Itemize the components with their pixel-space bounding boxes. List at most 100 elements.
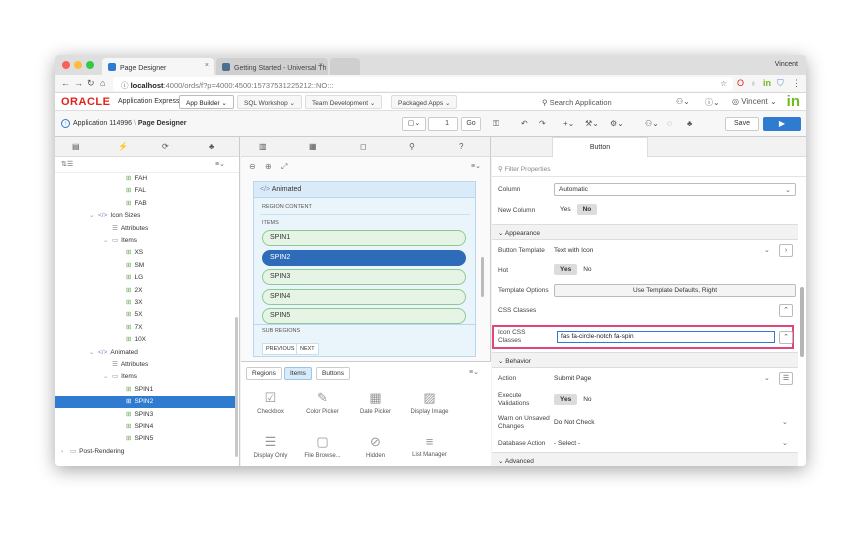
yes-option[interactable]: Yes <box>554 264 578 275</box>
chevron-down-icon[interactable]: ⌄ <box>782 418 788 426</box>
tree-node[interactable]: ☰ Attributes <box>55 359 235 371</box>
redo-icon[interactable]: ↷ <box>539 119 546 128</box>
tree-node[interactable]: ⊞ FAB <box>55 198 235 210</box>
browser-tab-getting-started[interactable]: Getting Started - Universal Th × <box>216 58 328 75</box>
tab-buttons[interactable]: Buttons <box>316 367 351 380</box>
utilities-icon[interactable]: ⚒⌄ <box>585 119 599 128</box>
shared-components-tab-icon[interactable]: ♣ <box>209 142 214 151</box>
gallery-checkbox[interactable]: ☑ Checkbox <box>243 390 298 415</box>
up-arrow-icon[interactable]: ↑ <box>61 119 70 128</box>
group-appearance[interactable]: ⌄ Appearance <box>492 224 798 240</box>
canvas-item-spin5[interactable]: SPIN5 <box>262 308 466 324</box>
hot-toggle[interactable]: Yes No <box>554 264 598 275</box>
tree-node[interactable]: ⌄ ▭ Items <box>55 371 235 383</box>
database-action-select[interactable]: - Select - <box>554 440 580 447</box>
no-option[interactable]: No <box>576 204 598 215</box>
chevron-down-icon[interactable]: ⌄ <box>764 246 770 254</box>
tree-node[interactable]: ⊞ FAL <box>55 185 235 197</box>
processing-tab-icon[interactable]: ⟳ <box>162 142 169 151</box>
tree-node[interactable]: ⊞ SPIN2 <box>55 396 235 409</box>
browser-menu-icon[interactable]: ⋮ <box>792 78 801 89</box>
shared-components-icon[interactable]: ⚙⌄ <box>610 119 624 128</box>
expand-toggle-icon[interactable]: ⌄ <box>89 347 98 359</box>
shared-icon[interactable]: ♣ <box>687 119 692 128</box>
sort-icon[interactable]: ⇅☰ <box>61 160 73 168</box>
browser-tab-page-designer[interactable]: Page Designer × <box>102 58 214 75</box>
home-icon[interactable]: ⌂ <box>100 78 105 88</box>
reload-icon[interactable]: ↻ <box>87 78 95 89</box>
tree-node[interactable]: ⊞ 2X <box>55 285 235 297</box>
region-title-bar[interactable]: </> Animated <box>254 182 475 198</box>
help-icon[interactable]: ⓘ⌄ <box>705 97 720 108</box>
comments-icon[interactable]: ◌ <box>667 119 672 128</box>
new-column-toggle[interactable]: Yes No <box>554 204 598 215</box>
template-options-button[interactable]: Use Template Defaults, Right <box>554 284 796 297</box>
tree-node[interactable]: ⊞ FAH <box>55 173 235 185</box>
save-button[interactable]: Save <box>725 117 759 131</box>
tree-node[interactable]: ⊞ 10X <box>55 334 235 346</box>
app-link[interactable]: Application 114996 <box>73 120 132 127</box>
expand-toggle-icon[interactable]: ⌄ <box>103 235 112 247</box>
rendering-tab-icon[interactable]: ▤ <box>72 142 80 151</box>
no-option[interactable]: No <box>577 394 597 405</box>
execute-validations-toggle[interactable]: Yes No <box>554 394 598 405</box>
messages-tab-icon[interactable]: ▦ <box>309 142 317 151</box>
opera-extension-icon[interactable]: O <box>737 78 744 88</box>
minimize-window-button[interactable] <box>74 61 82 69</box>
group-behavior[interactable]: ⌄ Behavior <box>492 352 798 368</box>
canvas-item-spin4[interactable]: SPIN4 <box>262 288 466 305</box>
yes-option[interactable]: Yes <box>554 204 577 215</box>
nav-sql-workshop[interactable]: SQL Workshop ⌄ <box>237 95 302 109</box>
warn-unsaved-select[interactable]: Do Not Check <box>554 419 594 426</box>
chevron-down-icon[interactable]: ⌄ <box>782 439 788 447</box>
nav-app-builder[interactable]: App Builder ⌄ <box>179 95 234 109</box>
chevron-up-icon[interactable]: ⌃ <box>779 331 793 344</box>
canvas-item-spin1[interactable]: SPIN1 <box>262 230 466 246</box>
canvas-item-spin3[interactable]: SPIN3 <box>262 269 466 285</box>
layout-menu-icon[interactable]: ≡⌄ <box>471 162 481 170</box>
tree-node[interactable]: ⊞ LG <box>55 272 235 284</box>
forward-icon[interactable]: → <box>74 78 83 88</box>
icon-css-classes-input[interactable]: fas fa-circle-notch fa-spin <box>557 331 775 343</box>
close-window-button[interactable] <box>62 61 70 69</box>
expand-toggle-icon[interactable]: ⌄ <box>103 371 112 383</box>
canvas-item-spin2[interactable]: SPIN2 <box>262 249 466 266</box>
tree-node[interactable]: ⌄ </> Icon Sizes <box>55 210 235 222</box>
group-advanced[interactable]: ⌄ Advanced <box>492 452 798 466</box>
expand-toggle-icon[interactable]: ⌄ <box>89 210 98 222</box>
tree-node[interactable]: ☰ Attributes <box>55 223 235 235</box>
gallery-menu-icon[interactable]: ≡⌄ <box>469 368 479 376</box>
search-application-input[interactable]: ⚲ Search Application <box>542 98 612 107</box>
new-tab-button[interactable] <box>330 58 360 75</box>
gallery-color-picker[interactable]: ✎ Color Picker <box>295 390 350 415</box>
region-animated[interactable]: </> Animated REGION CONTENT ITEMS SPIN1 S… <box>253 181 476 357</box>
grid-layout-tab-icon[interactable]: ▥ <box>259 142 267 151</box>
tree-node[interactable]: ⊞ 5X <box>55 309 235 321</box>
gallery-list-manager[interactable]: ≡ List Manager <box>402 434 457 458</box>
tree-node[interactable]: ⌄ ▭ Items <box>55 235 235 247</box>
lock-icon[interactable]: ⚿ <box>493 119 499 129</box>
nav-packaged-apps[interactable]: Packaged Apps ⌄ <box>391 95 458 109</box>
back-icon[interactable]: ← <box>61 78 70 88</box>
nav-team-development[interactable]: Team Development ⌄ <box>305 95 383 109</box>
shield-extension-icon[interactable]: ⛉ <box>777 78 784 89</box>
gallery-display-image[interactable]: ▨ Display Image <box>402 390 457 415</box>
expand-icon[interactable]: ⤢ <box>281 162 287 172</box>
team-dev-icon[interactable]: ⚇⌄ <box>645 119 659 128</box>
create-menu-icon[interactable]: +⌄ <box>563 119 574 128</box>
previous-position[interactable]: PREVIOUS <box>262 343 299 355</box>
filter-properties-input[interactable]: ⚲ Filter Properties <box>492 161 806 177</box>
tree-node[interactable]: ⊞ 3X <box>55 297 235 309</box>
tree-node[interactable]: ⊞ SPIN5 <box>55 433 235 445</box>
tree-menu-icon[interactable]: ≡⌄ <box>215 160 225 168</box>
expand-toggle-icon[interactable]: › <box>61 446 70 458</box>
gallery-file-browse[interactable]: ▢ File Browse... <box>295 434 350 459</box>
user-menu[interactable]: ◎ Vincent ⌄ <box>732 97 777 106</box>
go-button[interactable]: Go <box>461 117 481 131</box>
in-extension-icon[interactable]: in <box>763 78 771 88</box>
tab-button[interactable]: Button <box>552 137 648 157</box>
gallery-hidden[interactable]: ⊘ Hidden <box>348 434 403 459</box>
layout-scrollbar[interactable] <box>481 257 484 297</box>
tree-scrollbar[interactable] <box>235 317 238 457</box>
help-tab-icon[interactable]: ? <box>459 142 463 151</box>
